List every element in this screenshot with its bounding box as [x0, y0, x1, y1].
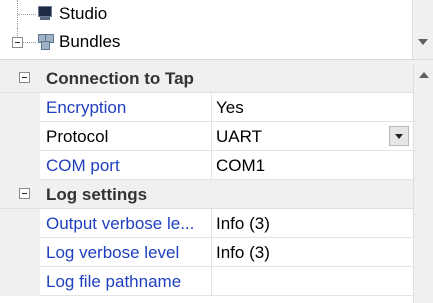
- property-name[interactable]: Encryption: [46, 98, 206, 118]
- property-value[interactable]: Info (3): [216, 243, 270, 263]
- property-value[interactable]: Info (3): [216, 214, 270, 234]
- property-grid-scrollbar[interactable]: [413, 64, 433, 303]
- collapse-icon[interactable]: [19, 188, 30, 199]
- category-label: Log settings: [46, 185, 148, 204]
- row-gutter: [0, 209, 40, 238]
- property-row-encryption[interactable]: Encryption Yes: [0, 93, 413, 122]
- tree-panel: Studio Bundles: [0, 0, 433, 59]
- dropdown-arrow-icon[interactable]: [389, 126, 409, 146]
- property-name[interactable]: Output verbose le...: [46, 214, 206, 234]
- property-value[interactable]: Yes: [216, 98, 244, 118]
- property-value[interactable]: COM1: [216, 156, 265, 176]
- tree-item-label: Studio: [59, 4, 108, 23]
- row-gutter: [0, 238, 40, 267]
- computer-icon: [38, 5, 52, 21]
- tree-line: [18, 14, 36, 15]
- property-name[interactable]: COM port: [46, 156, 206, 176]
- column-divider[interactable]: [211, 122, 212, 151]
- property-name[interactable]: Log verbose level: [46, 243, 206, 263]
- row-gutter: [0, 122, 40, 151]
- property-name[interactable]: Protocol: [46, 127, 206, 147]
- tree-scrollbar[interactable]: [412, 0, 433, 59]
- property-row-output-verbose-level[interactable]: Output verbose le... Info (3): [0, 209, 413, 238]
- scroll-down-icon[interactable]: [418, 39, 428, 45]
- property-row-protocol[interactable]: Protocol UART: [0, 122, 413, 151]
- tree-item-studio[interactable]: Studio: [0, 0, 413, 28]
- row-gutter: [0, 151, 40, 180]
- property-row-log-verbose-level[interactable]: Log verbose level Info (3): [0, 238, 413, 267]
- collapse-icon[interactable]: [19, 72, 30, 83]
- column-divider[interactable]: [211, 151, 212, 180]
- column-divider[interactable]: [211, 209, 212, 238]
- category-log-settings[interactable]: Log settings: [0, 180, 413, 209]
- scroll-up-icon[interactable]: [419, 72, 429, 78]
- collapse-toggle-icon[interactable]: [12, 37, 23, 48]
- property-grid: Connection to Tap Encryption Yes Protoco…: [0, 64, 413, 303]
- tree-item-bundles[interactable]: Bundles: [0, 28, 413, 56]
- property-name[interactable]: Log file pathname: [46, 272, 206, 292]
- property-value[interactable]: UART: [216, 127, 262, 147]
- column-divider[interactable]: [211, 267, 212, 296]
- tree-item-label: Bundles: [59, 32, 121, 51]
- bundles-icon: [37, 33, 54, 50]
- category-connection-to-tap[interactable]: Connection to Tap: [0, 64, 413, 93]
- column-divider[interactable]: [211, 93, 212, 122]
- row-gutter: [0, 267, 40, 296]
- property-row-log-file-pathname[interactable]: Log file pathname: [0, 267, 413, 296]
- category-label: Connection to Tap: [46, 69, 194, 88]
- property-row-com-port[interactable]: COM port COM1: [0, 151, 413, 180]
- row-gutter: [0, 93, 40, 122]
- column-divider[interactable]: [211, 238, 212, 267]
